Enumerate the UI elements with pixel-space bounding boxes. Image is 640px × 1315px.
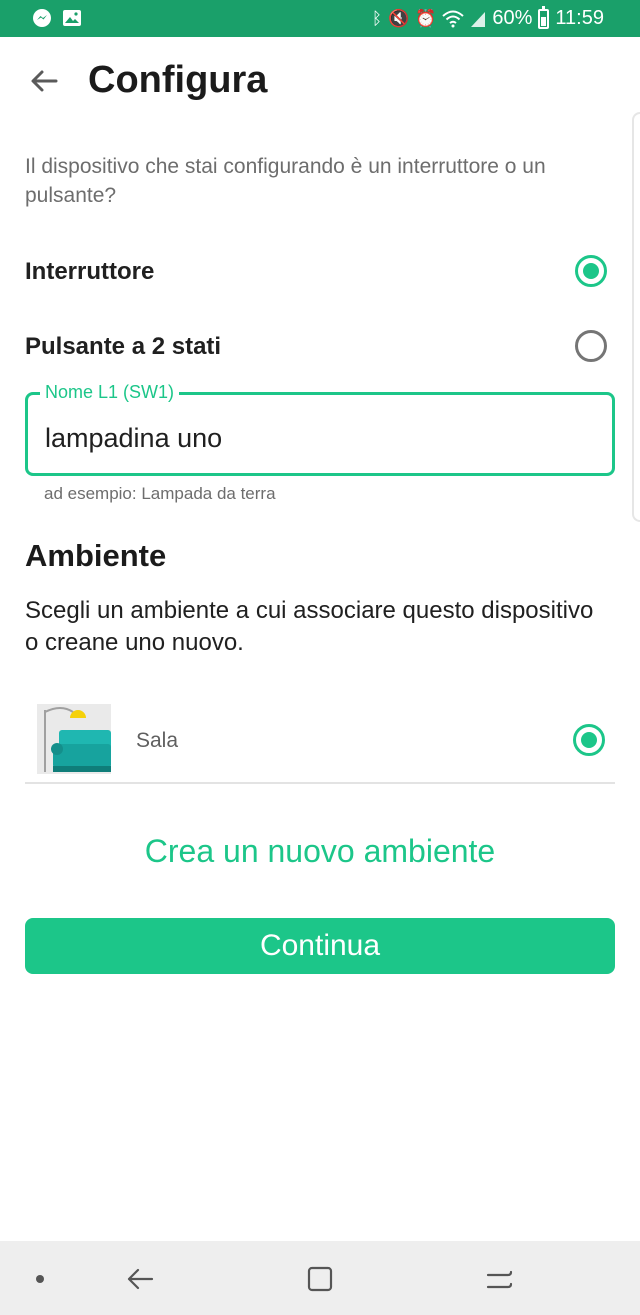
room-row-sala[interactable]: Sala: [25, 700, 615, 784]
battery-percent: 60%: [492, 7, 533, 29]
battery-icon: [538, 5, 550, 29]
nav-back-icon[interactable]: [122, 1261, 158, 1297]
signal-icon: [471, 11, 486, 27]
option-label: Pulsante a 2 stati: [25, 333, 222, 360]
continue-button[interactable]: Continua: [25, 918, 615, 974]
status-left-icons: [32, 8, 82, 28]
room-radio-selected[interactable]: [573, 724, 605, 756]
radio-button-selected[interactable]: [575, 255, 607, 287]
ambiente-title: Ambiente: [25, 538, 167, 573]
status-right: ᛒ 🔇 ⏰ 60% 11:59: [371, 5, 604, 30]
mute-icon: 🔇: [388, 8, 410, 28]
status-bar: ᛒ 🔇 ⏰ 60% 11:59: [0, 0, 640, 37]
image-icon: [63, 10, 81, 26]
wifi-icon: [442, 10, 465, 27]
bluetooth-icon: ᛒ: [371, 8, 383, 28]
name-field-helper: ad esempio: Lampada da terra: [44, 484, 276, 503]
messenger-icon: [33, 9, 51, 27]
name-input-field[interactable]: Nome L1 (SW1): [25, 382, 615, 476]
ambiente-description: Scegli un ambiente a cui associare quest…: [25, 597, 594, 656]
option-label: Interruttore: [25, 258, 155, 285]
system-nav-bar: [0, 1241, 640, 1315]
name-input[interactable]: [45, 423, 605, 454]
scroll-edge-indicator: [632, 112, 640, 522]
multitask-icon[interactable]: [482, 1261, 518, 1297]
dot-icon[interactable]: [22, 1261, 58, 1297]
room-name: Sala: [136, 729, 179, 752]
page-title: Configura: [88, 59, 268, 101]
create-room-link[interactable]: Crea un nuovo ambiente: [0, 833, 640, 870]
clock-time: 11:59: [555, 7, 604, 29]
name-field-label: Nome L1 (SW1): [40, 382, 180, 403]
option-pulsante[interactable]: Pulsante a 2 stati: [25, 319, 615, 375]
app-bar: Configura: [0, 37, 640, 129]
arrow-back-icon[interactable]: [24, 61, 64, 101]
recents-icon[interactable]: [302, 1261, 338, 1297]
radio-button-unselected[interactable]: [575, 330, 607, 362]
living-room-sofa-icon: [37, 704, 111, 774]
device-type-question: Il dispositivo che stai configurando è u…: [25, 155, 546, 207]
option-interruttore[interactable]: Interruttore: [25, 244, 615, 300]
alarm-icon: ⏰: [415, 8, 437, 28]
